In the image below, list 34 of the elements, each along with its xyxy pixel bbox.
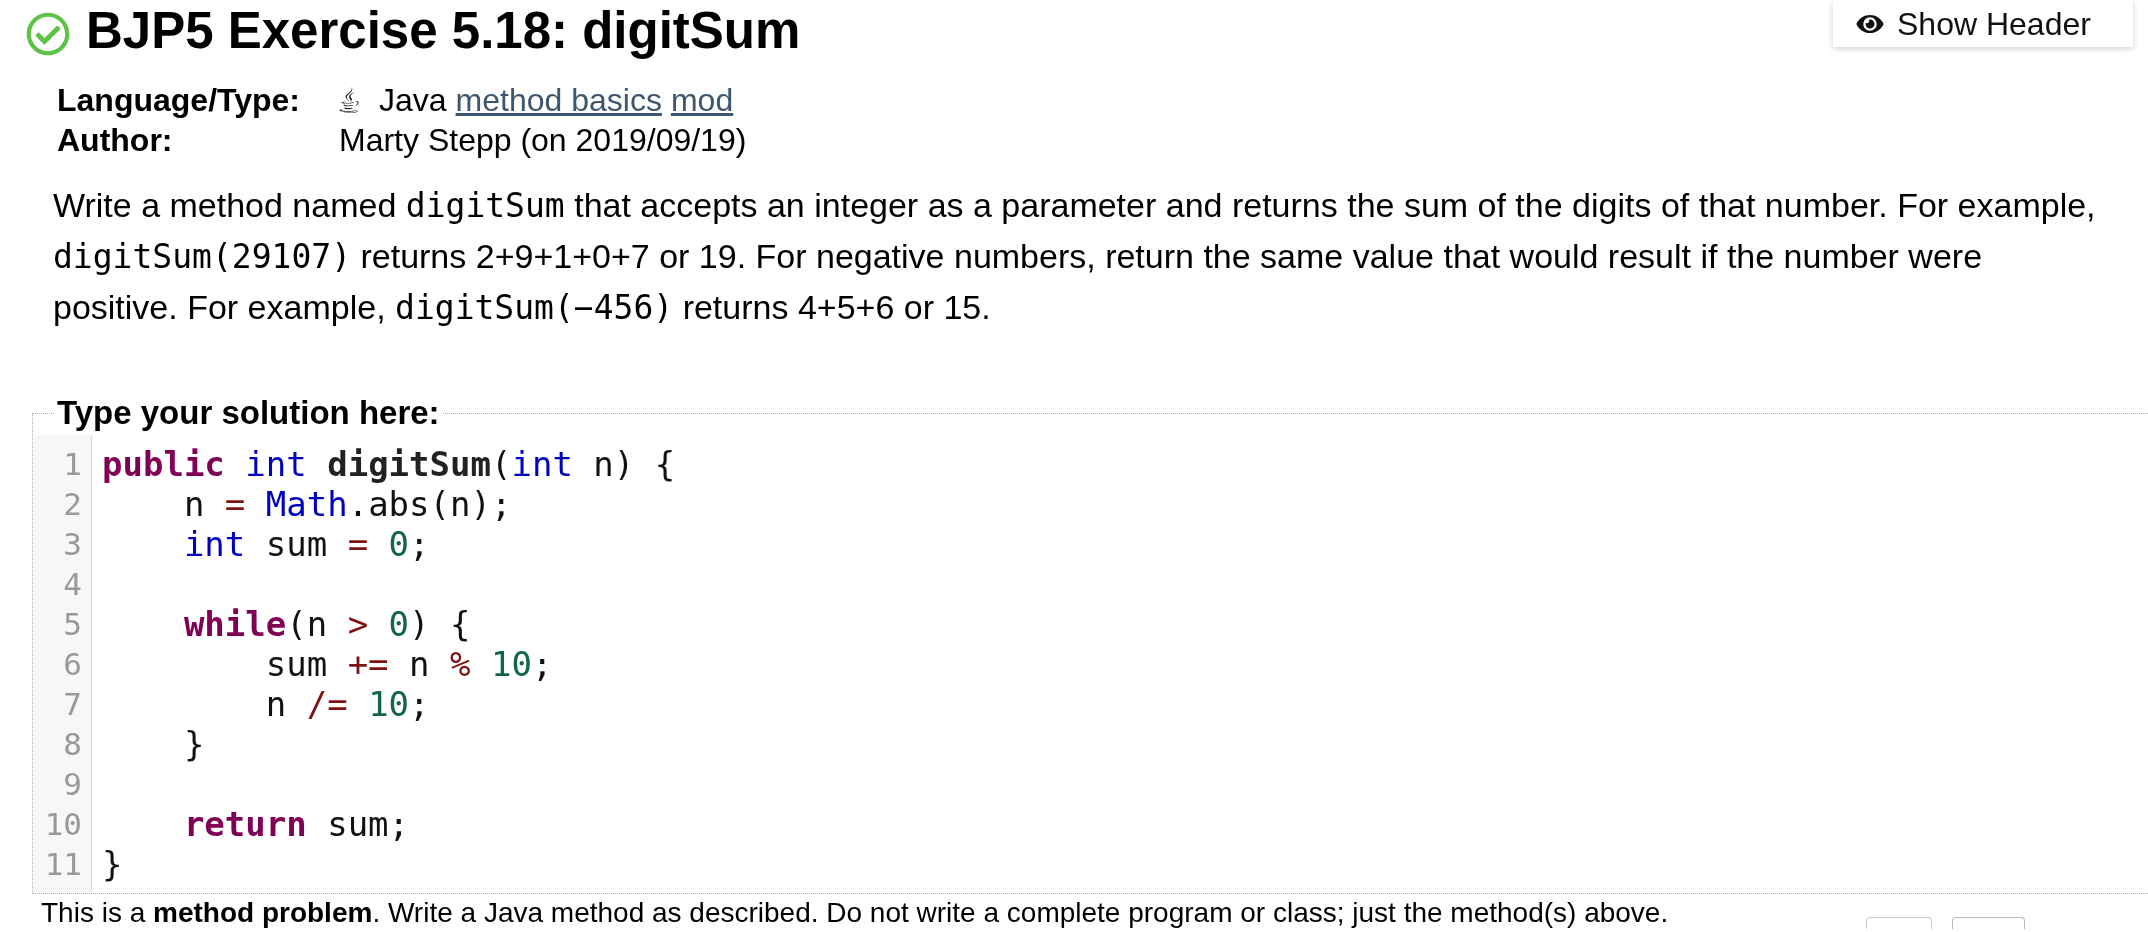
code-line: sum += n % 10;: [264, 644, 553, 684]
tag-link[interactable]: method basics: [455, 80, 662, 120]
instruction-text: This is a method problem. Write a Java method as described. Do not write a complete program or class; just the method(s) above.: [41, 897, 1669, 929]
toolbar-button[interactable]: [1866, 917, 1932, 929]
meta-value: Marty Stepp (on 2019/09/19): [339, 121, 747, 160]
coffee-cup-icon: [339, 87, 359, 113]
line-number: 1: [63, 446, 82, 482]
line-number: 5: [63, 606, 82, 642]
line-number: 11: [44, 846, 82, 882]
meta-value: Java: [379, 81, 447, 120]
code-line: while(n > 0) {: [182, 604, 471, 644]
show-header-button[interactable]: Show Header: [1833, 0, 2133, 47]
code-line: }: [102, 844, 123, 884]
code-line: }: [182, 724, 205, 764]
editor-legend: Type your solution here:: [55, 395, 442, 431]
field-label: Language/Type:: [57, 81, 300, 120]
code-line: n = Math.abs(n);: [182, 484, 512, 524]
line-number: 10: [44, 806, 82, 842]
line-number: 6: [63, 646, 82, 682]
line-number: 7: [63, 686, 82, 722]
line-number: 8: [63, 726, 82, 762]
line-number: 9: [63, 766, 82, 802]
field-label: Author:: [57, 121, 173, 160]
page-title: BJP5 Exercise 5.18: digitSum: [86, 4, 801, 58]
problem-description: Write a method named digitSum that accepts an integer as a parameter and returns the sum of the digits of that number. For example, digitSum(29107) returns 2+9+1+0+7 or 19. For negative numbers, return the same value that would result if the number were positive. For example, digitSum(−456) returns 4+5+6 or 15.: [53, 185, 2097, 329]
code-line: n /= 10;: [264, 684, 430, 724]
code-line: public int digitSum(int n) {: [102, 444, 676, 484]
code-line: return sum;: [182, 804, 410, 844]
line-number: 4: [63, 566, 82, 602]
toolbar-button[interactable]: [1952, 917, 2025, 929]
tag-link[interactable]: mod: [670, 80, 734, 120]
code-line: int sum = 0;: [182, 524, 430, 564]
line-number: 2: [63, 486, 82, 522]
line-number: 3: [63, 526, 82, 562]
